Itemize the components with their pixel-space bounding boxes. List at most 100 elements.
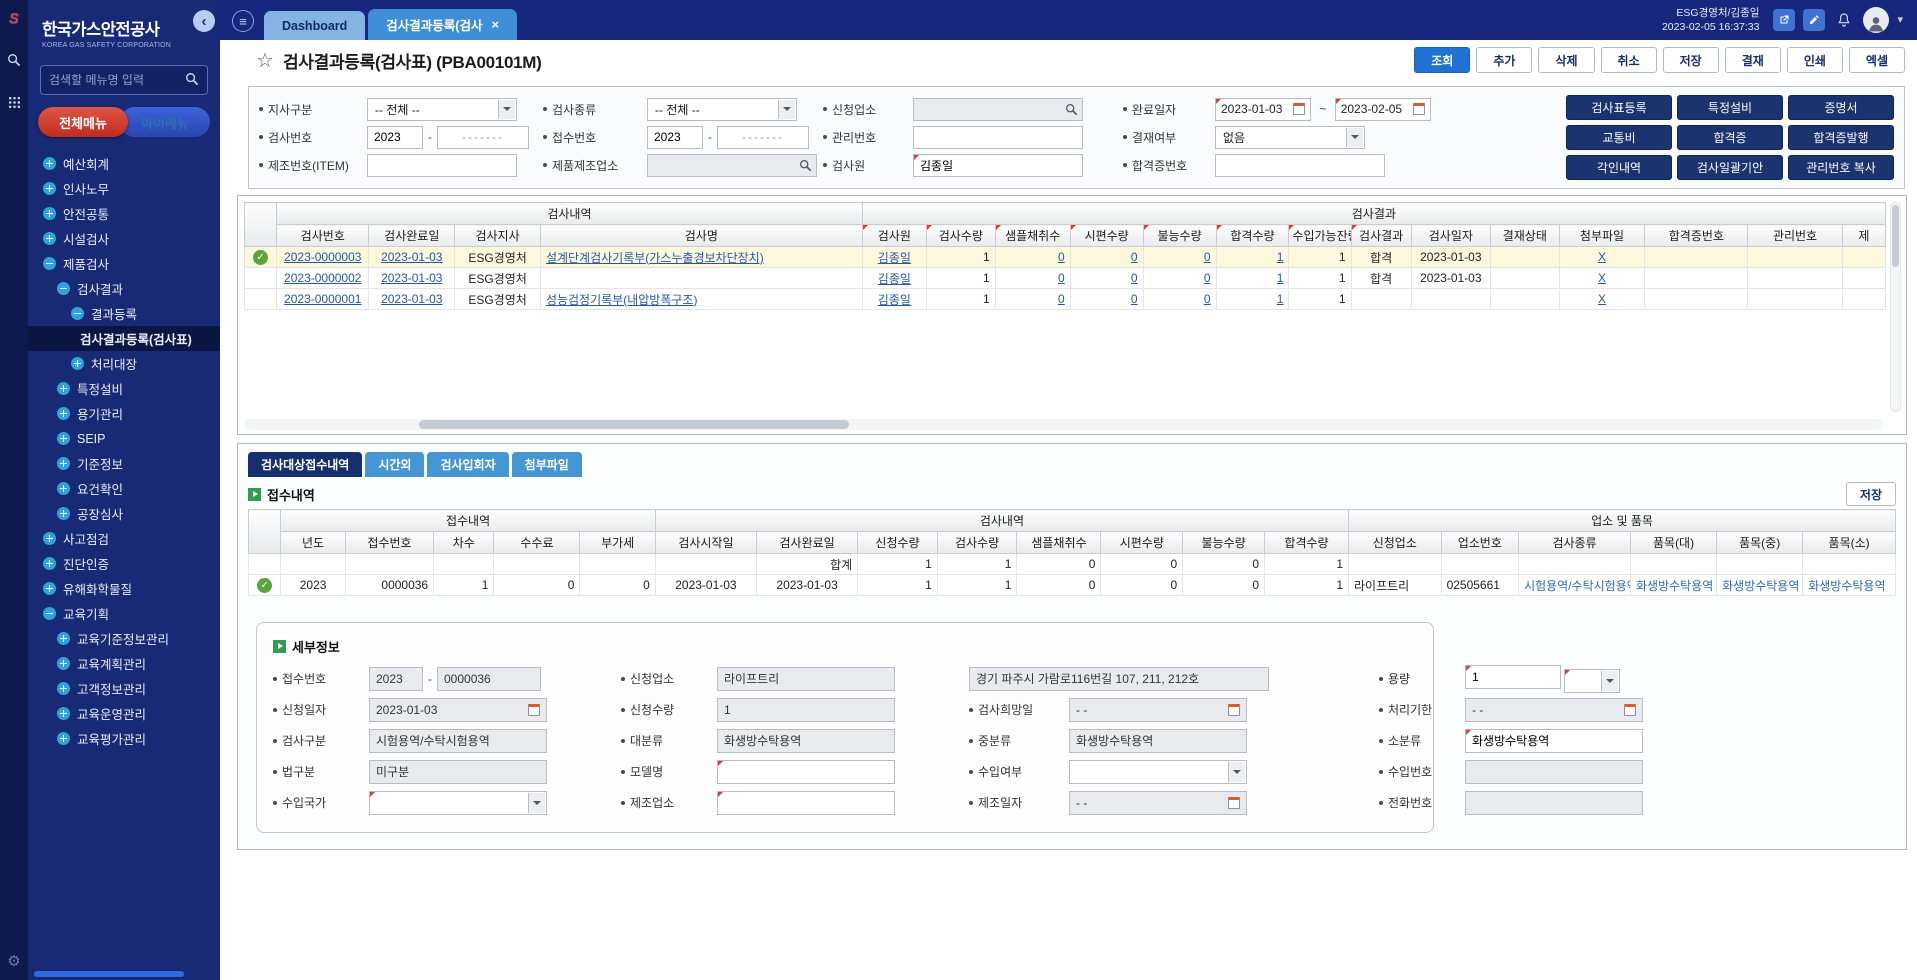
phone-input[interactable] bbox=[1465, 791, 1643, 815]
search-icon[interactable] bbox=[799, 159, 812, 172]
search-icon[interactable] bbox=[185, 72, 199, 89]
sidebar-item-edu-operation[interactable]: 교육운영관리 bbox=[28, 701, 220, 726]
hope-date-field[interactable]: - - bbox=[1069, 698, 1247, 722]
col-header[interactable]: 신청업소 bbox=[1349, 532, 1442, 554]
batch-draft-button[interactable]: 검사일괄기안 bbox=[1677, 155, 1783, 180]
mgmt-no-input[interactable] bbox=[913, 126, 1083, 149]
inspection-name-link[interactable]: 성능검정기록부(내압방폭구조) bbox=[546, 293, 698, 307]
rail-search-icon[interactable] bbox=[7, 53, 21, 70]
inspection-no-seq-input[interactable] bbox=[437, 126, 529, 149]
col-header[interactable]: 검사종류 bbox=[1519, 532, 1631, 554]
sidebar-item-safety[interactable]: 안전공통 bbox=[28, 201, 220, 226]
inspection-no-year-input[interactable] bbox=[367, 126, 423, 149]
print-button[interactable]: 인쇄 bbox=[1787, 47, 1843, 73]
complete-date-to[interactable]: 2023-02-05 bbox=[1335, 98, 1431, 121]
tab-close-icon[interactable]: × bbox=[491, 17, 499, 32]
col-header[interactable]: 샘플채취수 bbox=[995, 225, 1070, 247]
favorite-star-icon[interactable]: ☆ bbox=[256, 48, 274, 73]
calendar-icon[interactable] bbox=[1413, 103, 1425, 115]
popout-icon[interactable] bbox=[1773, 9, 1795, 31]
col-header[interactable]: 품목(대) bbox=[1631, 532, 1717, 554]
col-header[interactable]: 부가세 bbox=[580, 532, 655, 554]
sidebar-item-container[interactable]: 용기관리 bbox=[28, 401, 220, 426]
save-button[interactable]: 저장 bbox=[1663, 47, 1719, 73]
sidebar-item-hr[interactable]: 인사노무 bbox=[28, 176, 220, 201]
cert-no-input[interactable] bbox=[1215, 154, 1385, 177]
tab-witness[interactable]: 검사입회자 bbox=[427, 452, 508, 477]
tab-receipt-detail[interactable]: 검사대상접수내역 bbox=[248, 452, 362, 477]
col-header[interactable]: 시편수량 bbox=[1101, 532, 1183, 554]
col-header[interactable]: 검사일자 bbox=[1411, 225, 1490, 247]
hamburger-menu-icon[interactable]: ≡ bbox=[232, 10, 254, 32]
capacity-input[interactable] bbox=[1465, 665, 1561, 689]
table-row[interactable]: ✓ 2023-0000003 2023-01-03 ESG경영처 설계단계검사기… bbox=[245, 247, 1886, 268]
col-header[interactable]: 합격증번호 bbox=[1645, 225, 1748, 247]
complete-date-from[interactable]: 2023-01-03 bbox=[1215, 98, 1311, 121]
col-header[interactable]: 검사명 bbox=[540, 225, 862, 247]
sample-qty-link[interactable]: 0 bbox=[1058, 250, 1065, 264]
col-header[interactable]: 합격수량 bbox=[1216, 225, 1289, 247]
col-header[interactable]: 검사번호 bbox=[277, 225, 369, 247]
manufacture-date-field[interactable]: - - bbox=[1069, 791, 1247, 815]
add-button[interactable]: 추가 bbox=[1476, 47, 1532, 73]
excel-button[interactable]: 엑셀 bbox=[1849, 47, 1905, 73]
table-row[interactable]: 2023-0000001 2023-01-03 ESG경영처 성능검정기록부(내… bbox=[245, 289, 1886, 310]
sidebar-item-customer-info[interactable]: 고객정보관리 bbox=[28, 676, 220, 701]
col-header[interactable]: 업소번호 bbox=[1441, 532, 1519, 554]
engraving-button[interactable]: 각인내역 bbox=[1566, 155, 1672, 180]
sample-qty-link[interactable]: 0 bbox=[1058, 271, 1065, 285]
specific-equipment-button[interactable]: 특정설비 bbox=[1677, 95, 1783, 120]
sidebar-item-result-register-sheet[interactable]: 검사결과등록(검사표) bbox=[28, 326, 220, 351]
table-row[interactable]: ✓ 2023 0000036 1 0 0 2023-01-03 2023-01-… bbox=[249, 575, 1896, 596]
receipt-save-button[interactable]: 저장 bbox=[1846, 482, 1896, 506]
sidebar-item-budget[interactable]: 예산회계 bbox=[28, 151, 220, 176]
sidebar-item-facility[interactable]: 시설검사 bbox=[28, 226, 220, 251]
menu-search-input[interactable] bbox=[49, 73, 185, 87]
settings-gear-icon[interactable]: ⚙ bbox=[7, 952, 20, 970]
mgmt-no-copy-button[interactable]: 관리번호 복사 bbox=[1788, 155, 1894, 180]
certificate-button[interactable]: 증명서 bbox=[1788, 95, 1894, 120]
inspection-sheet-register-button[interactable]: 검사표등록 bbox=[1566, 95, 1672, 120]
attachment-link[interactable]: X bbox=[1598, 271, 1606, 285]
sidebar-item-requirement[interactable]: 요건확인 bbox=[28, 476, 220, 501]
specimen-qty-link[interactable]: 0 bbox=[1131, 271, 1138, 285]
col-header[interactable]: 검사시작일 bbox=[655, 532, 756, 554]
branch-select[interactable]: -- 전체 -- bbox=[367, 98, 517, 121]
receipt-seq-input[interactable] bbox=[437, 667, 541, 691]
sidebar-item-ledger[interactable]: 처리대장 bbox=[28, 351, 220, 376]
complete-date-link[interactable]: 2023-01-03 bbox=[381, 250, 442, 264]
sidebar-item-edu-standard[interactable]: 교육기준정보관리 bbox=[28, 626, 220, 651]
receipt-no-seq-input[interactable] bbox=[717, 126, 809, 149]
col-header[interactable]: 불능수량 bbox=[1143, 225, 1216, 247]
calendar-icon[interactable] bbox=[1228, 797, 1240, 809]
search-icon[interactable] bbox=[1065, 103, 1078, 116]
col-header[interactable]: 년도 bbox=[281, 532, 346, 554]
col-header[interactable]: 제 bbox=[1842, 225, 1885, 247]
col-header[interactable]: 첨부파일 bbox=[1559, 225, 1645, 247]
inspection-name-link[interactable]: 설계단계검사기록부(가스누출경보차단장치) bbox=[546, 251, 764, 265]
all-menu-button[interactable]: 전체메뉴 bbox=[38, 107, 128, 137]
scrollbar-thumb[interactable] bbox=[1892, 205, 1899, 267]
sidebar-item-education-plan[interactable]: 교육기획 bbox=[28, 601, 220, 626]
col-header[interactable]: 검사원 bbox=[862, 225, 926, 247]
apply-date-field[interactable]: 2023-01-03 bbox=[369, 698, 547, 722]
sidebar-item-accident[interactable]: 사고점검 bbox=[28, 526, 220, 551]
approve-button[interactable]: 결재 bbox=[1725, 47, 1781, 73]
sidebar-item-product-inspection[interactable]: 제품검사 bbox=[28, 251, 220, 276]
notification-bell-icon[interactable] bbox=[1833, 9, 1855, 31]
inspection-no-link[interactable]: 2023-0000001 bbox=[284, 292, 361, 306]
col-header[interactable]: 품목(중) bbox=[1717, 532, 1803, 554]
col-header[interactable]: 합격수량 bbox=[1265, 532, 1349, 554]
col-header[interactable]: 검사완료일 bbox=[369, 225, 455, 247]
category-large-input[interactable] bbox=[717, 729, 895, 753]
col-header[interactable]: 접수번호 bbox=[345, 532, 433, 554]
chevron-down-icon[interactable]: ▾ bbox=[1897, 13, 1903, 26]
category-medium-input[interactable] bbox=[1069, 729, 1247, 753]
sidebar-item-chemical[interactable]: 유해화학물질 bbox=[28, 576, 220, 601]
sidebar-item-diagnosis[interactable]: 진단인증 bbox=[28, 551, 220, 576]
inspection-no-link[interactable]: 2023-0000003 bbox=[284, 250, 361, 264]
tab-dashboard[interactable]: Dashboard bbox=[264, 11, 365, 40]
inspection-no-link[interactable]: 2023-0000002 bbox=[284, 271, 361, 285]
complete-date-link[interactable]: 2023-01-03 bbox=[381, 271, 442, 285]
sidebar-item-standard-info[interactable]: 기준정보 bbox=[28, 451, 220, 476]
